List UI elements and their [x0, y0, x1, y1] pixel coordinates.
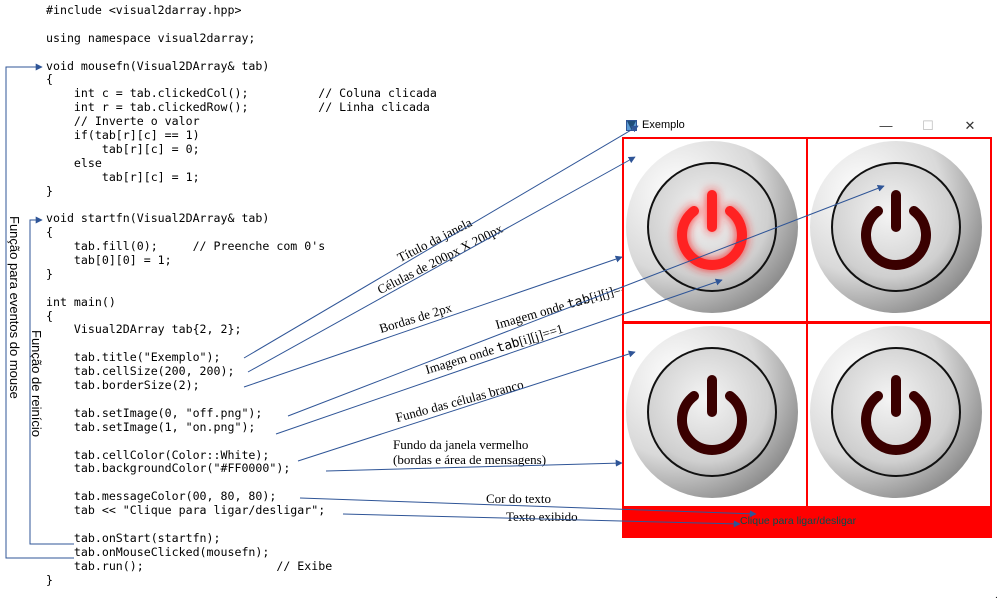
arrow-msgcolor	[299, 497, 757, 518]
arrows-overlay	[5, 63, 885, 559]
arrow-bgcolor	[325, 459, 623, 472]
arrow-title	[243, 125, 639, 359]
arrow-borders	[243, 255, 623, 388]
arrow-cellsize	[247, 156, 636, 373]
mouse-bracket	[5, 63, 74, 559]
reset-bracket	[29, 216, 74, 545]
arrow-image-on	[275, 278, 723, 435]
arrow-text	[342, 513, 741, 528]
arrow-image-off	[287, 185, 885, 417]
